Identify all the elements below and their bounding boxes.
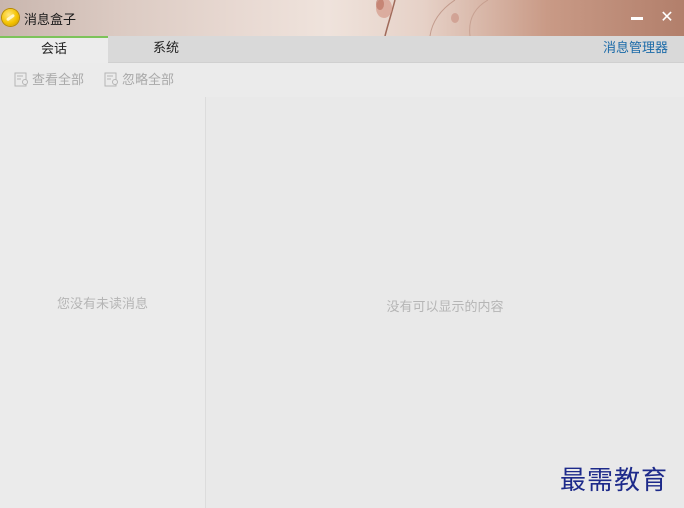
close-icon[interactable]: ✕ — [656, 6, 678, 28]
watermark-text: 最需教育 — [560, 466, 669, 496]
conversation-list-panel: 您没有未读消息 — [0, 97, 205, 508]
message-manager-link[interactable]: 消息管理器 — [603, 36, 668, 62]
flower-decoration — [376, 0, 489, 36]
window-title: 消息盒子 — [24, 13, 77, 28]
view-all-label: 查看全部 — [32, 73, 85, 88]
tab-session[interactable]: 会话 — [0, 36, 108, 63]
tab-system[interactable]: 系统 — [110, 36, 222, 62]
ignore-all-label: 忽略全部 — [122, 73, 175, 88]
message-box-window: 消息盒子 ✕ 会话 系统 消息管理器 查看全部 忽略全部 您没有未读消息 没有可… — [0, 0, 684, 508]
app-logo-icon — [2, 9, 19, 26]
view-all-button[interactable]: 查看全部 — [14, 72, 84, 90]
ignore-all-button[interactable]: 忽略全部 — [104, 72, 174, 90]
ignore-all-icon — [104, 72, 119, 87]
no-content-text: 没有可以显示的内容 — [386, 300, 504, 315]
tab-bar: 会话 系统 消息管理器 — [0, 36, 684, 63]
minimize-icon[interactable] — [626, 6, 648, 28]
view-all-icon — [14, 72, 29, 87]
title-bar[interactable]: 消息盒子 ✕ — [0, 0, 684, 36]
message-content-panel: 没有可以显示的内容 — [206, 97, 684, 508]
no-unread-message-text: 您没有未读消息 — [56, 297, 148, 312]
toolbar: 查看全部 忽略全部 — [0, 63, 684, 97]
